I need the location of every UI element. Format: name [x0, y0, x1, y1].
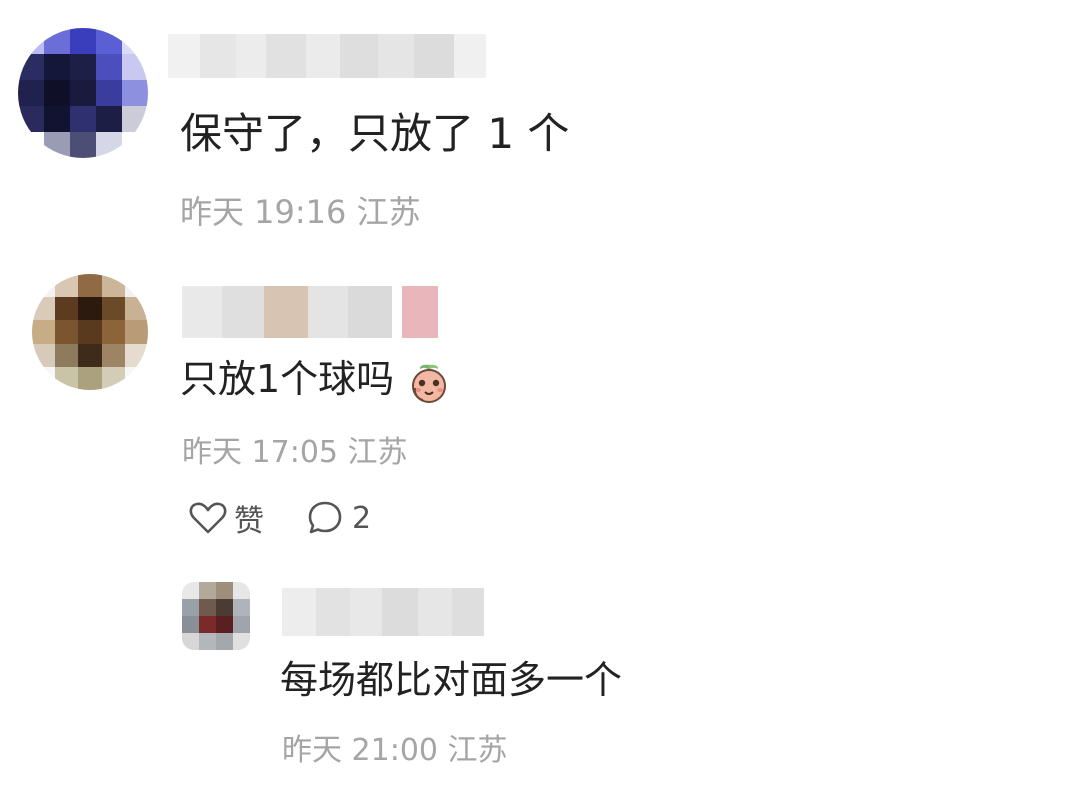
peach-face-emoji-icon	[406, 359, 452, 405]
comment-text-content: 只放1个球吗	[180, 357, 395, 401]
avatar[interactable]	[18, 28, 148, 158]
avatar[interactable]	[32, 274, 148, 390]
reply-text: 每场都比对面多一个	[280, 658, 623, 702]
avatar-pixelated-image	[182, 582, 250, 650]
speech-bubble-icon	[306, 499, 344, 537]
reply-comment: 每场都比对面多一个 昨天 21:00 江苏	[0, 560, 1080, 802]
comment-time: 昨天 19:16	[180, 193, 347, 231]
username-blurred[interactable]	[182, 286, 438, 338]
reply-time: 昨天 21:00	[282, 733, 438, 768]
comment-location: 江苏	[356, 193, 421, 231]
avatar-pixelated-image	[18, 28, 148, 158]
comment-meta: 昨天 19:16 江苏	[180, 192, 421, 232]
comment-location: 江苏	[347, 435, 408, 470]
comment-1: 保守了，只放了 1 个 昨天 19:16 江苏	[0, 0, 1080, 250]
heart-outline-icon	[188, 500, 228, 536]
reply-count: 2	[352, 500, 372, 536]
reply-meta: 昨天 21:00 江苏	[282, 732, 508, 770]
comment-meta: 昨天 17:05 江苏	[182, 434, 408, 472]
reply-button[interactable]: 2	[306, 498, 371, 538]
avatar[interactable]	[182, 582, 250, 650]
comment-time: 昨天 17:05	[182, 435, 338, 470]
like-button[interactable]: 赞	[188, 498, 264, 539]
like-label: 赞	[234, 504, 264, 539]
username-blurred[interactable]	[168, 34, 486, 78]
avatar-pixelated-image	[32, 274, 148, 390]
username-blurred[interactable]	[282, 588, 484, 636]
comment-text: 保守了，只放了 1 个	[180, 109, 570, 158]
comment-2: 只放1个球吗 昨天 17:05 江苏 赞 2	[0, 250, 1080, 550]
comment-text: 只放1个球吗	[180, 355, 452, 405]
reply-location: 江苏	[447, 733, 508, 768]
